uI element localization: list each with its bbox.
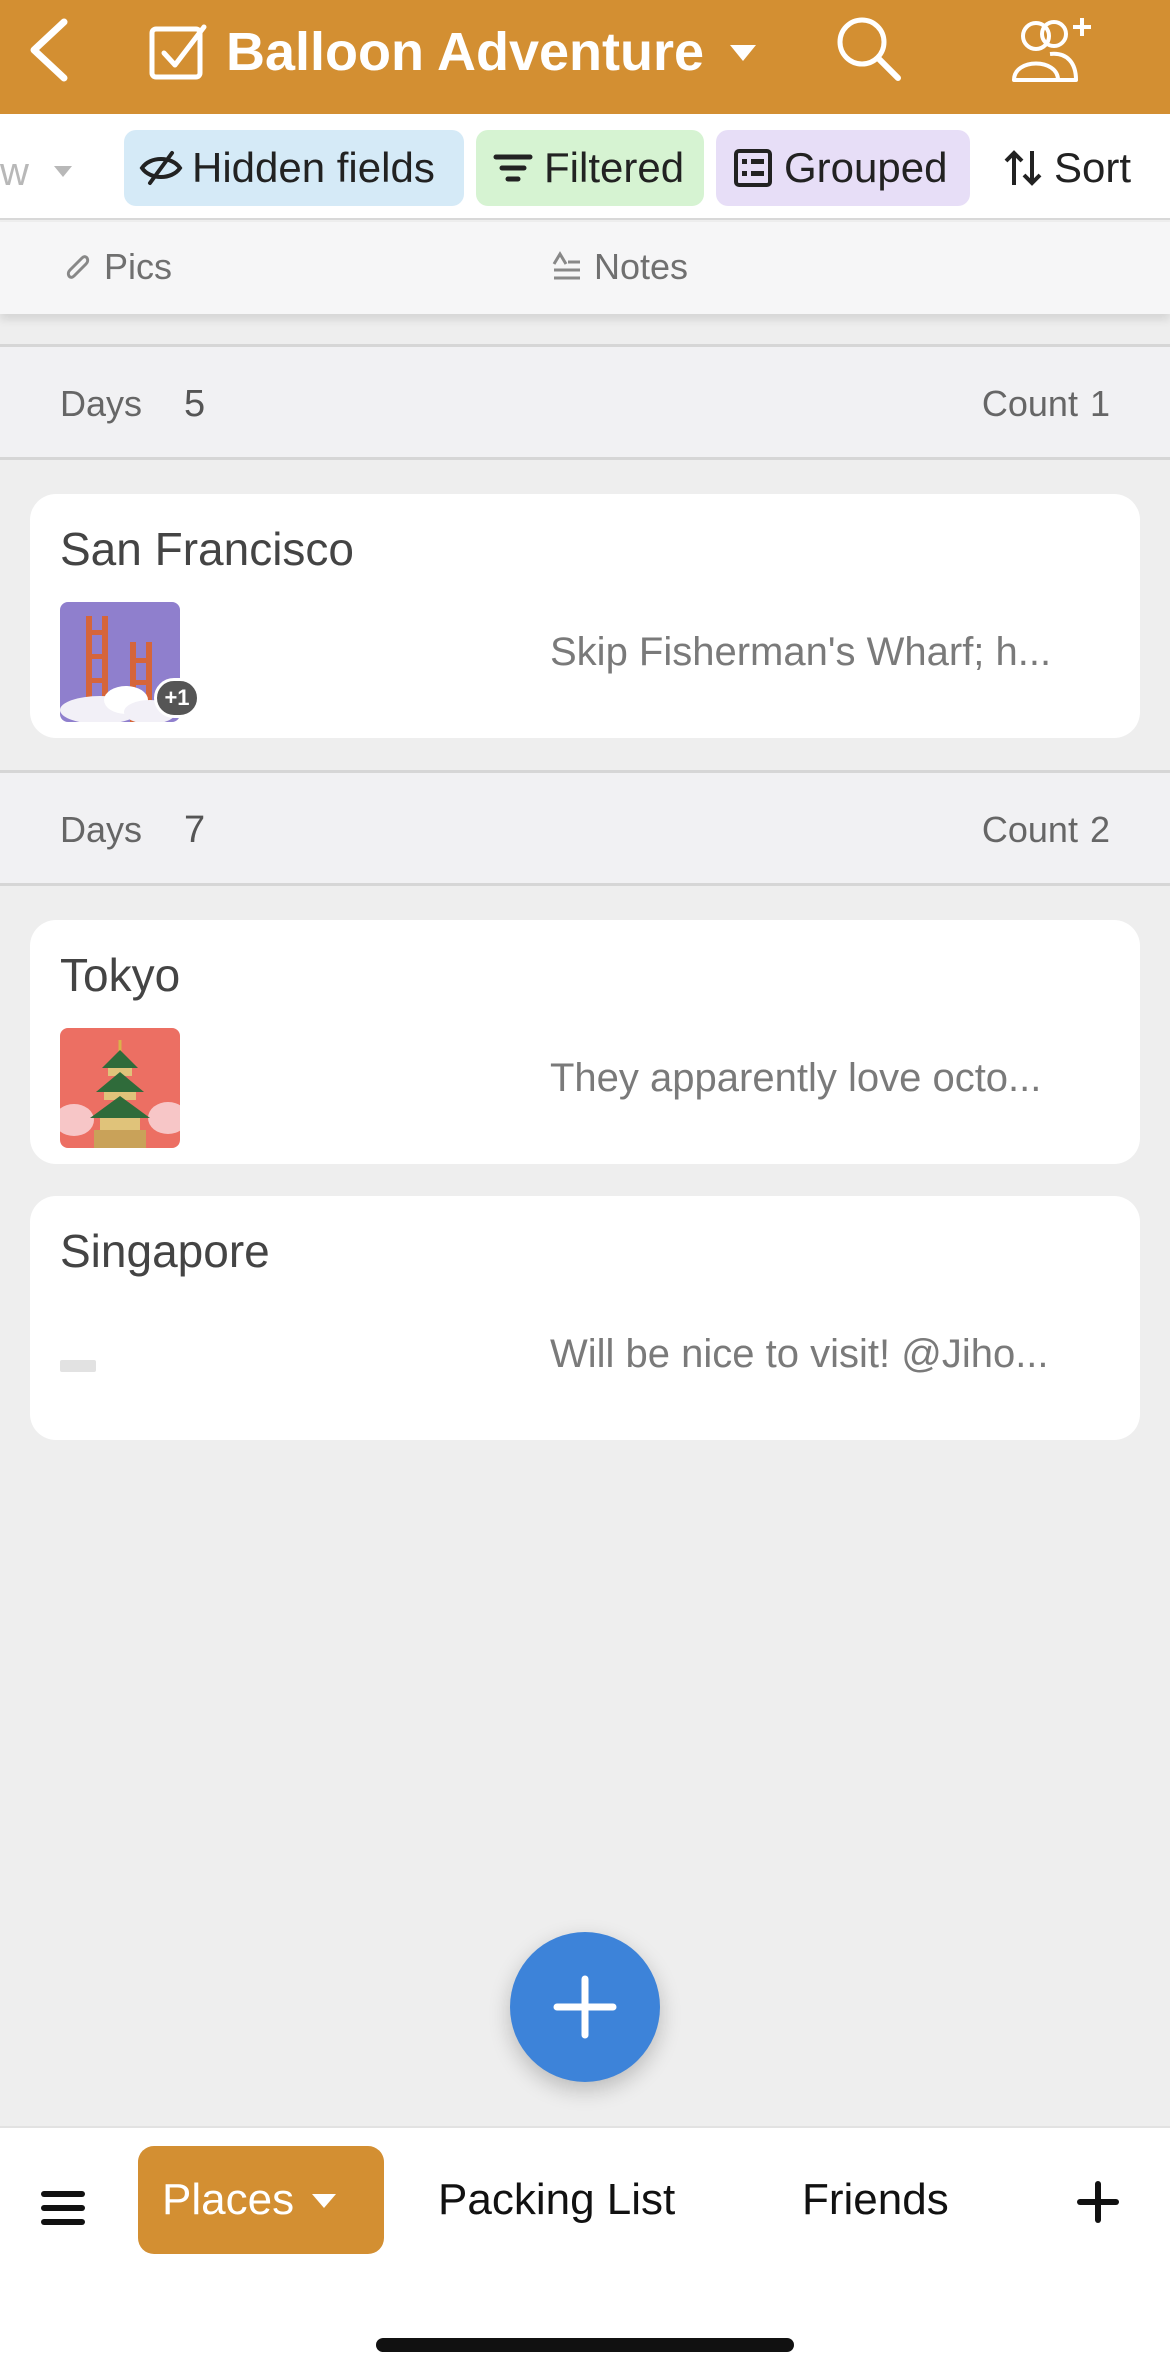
chevron-down-icon [312,2194,337,2208]
home-indicator [376,2338,794,2352]
record-card[interactable]: Singapore Will be nice to visit! @Jiho..… [30,1196,1140,1440]
base-title-button[interactable]: Balloon Adventure [148,12,758,92]
column-notes[interactable]: Notes [550,246,688,288]
share-users-icon[interactable] [1010,14,1094,86]
hidden-fields-button[interactable]: Hidden fields [124,130,464,206]
record-name: San Francisco [60,523,355,575]
add-record-button[interactable] [510,1932,660,2082]
group-value: 7 [184,809,206,851]
tab-places-label: Places [162,2175,295,2224]
checkbox-icon [149,24,207,80]
filtered-label: Filtered [544,144,685,191]
group-count: Count 2 [981,809,1110,850]
view-toolbar: w Hidden fields Filtered Grouped Sort [0,114,1170,220]
top-bar: Balloon Adventure [0,0,1170,114]
sort-button[interactable]: Sort [990,130,1160,206]
record-name: Singapore [60,1225,270,1277]
eye-slash-icon [139,151,183,185]
tab-places[interactable]: Places [138,2146,384,2254]
sort-arrows-icon [1004,150,1042,186]
add-table-icon[interactable] [1076,2180,1120,2224]
record-notes: Skip Fisherman's Wharf; h... [550,630,1052,674]
group-header[interactable]: Days 7 Count 2 [0,770,1170,886]
group-button[interactable]: Grouped [716,130,970,206]
empty-attachment-placeholder [60,1360,96,1372]
group-count: Count 1 [981,383,1110,424]
menu-icon[interactable] [40,2188,86,2228]
group-field-label: Days [60,383,143,424]
record-notes: Will be nice to visit! @Jiho... [550,1332,1049,1376]
tab-friends-label: Friends [802,2175,949,2224]
tab-packing-list-label: Packing List [438,2175,676,2224]
column-header: Pics Notes [0,222,1170,314]
group-header[interactable]: Days 5 Count 1 [0,344,1170,460]
plus-icon [553,1975,617,2039]
record-card[interactable]: San Francisco +1 Skip Fisherman's Wharf;… [30,494,1140,738]
extra-attachments-badge: +1 [154,678,200,718]
filter-button[interactable]: Filtered [476,130,704,206]
long-text-icon [552,251,580,280]
tab-friends[interactable]: Friends [802,2146,949,2254]
group-list-icon [734,149,772,187]
tab-packing-list[interactable]: Packing List [438,2146,675,2254]
record-name: Tokyo [60,949,181,1001]
view-switcher-label[interactable]: w [0,150,29,195]
base-title: Balloon Adventure [226,22,705,82]
record-card[interactable]: Tokyo They apparently love octo... [30,920,1140,1164]
filter-icon [493,154,533,182]
sort-label: Sort [1054,144,1132,191]
search-icon[interactable] [832,12,906,86]
group-field-label: Days [60,809,143,850]
chevron-down-icon[interactable] [52,160,74,182]
record-notes: They apparently love octo... [550,1056,1042,1100]
paperclip-icon [66,255,90,279]
column-notes-label: Notes [594,246,689,287]
back-icon[interactable] [22,14,82,86]
hidden-fields-label: Hidden fields [192,144,435,191]
table-tab-bar: Places Packing List Friends [0,2126,1170,2374]
column-pics-label: Pics [104,246,173,287]
group-value: 5 [184,383,206,425]
grouped-label: Grouped [784,144,948,191]
column-pics[interactable]: Pics [60,246,172,288]
chevron-down-icon [730,45,757,61]
pagoda-thumbnail[interactable] [60,1028,180,1148]
